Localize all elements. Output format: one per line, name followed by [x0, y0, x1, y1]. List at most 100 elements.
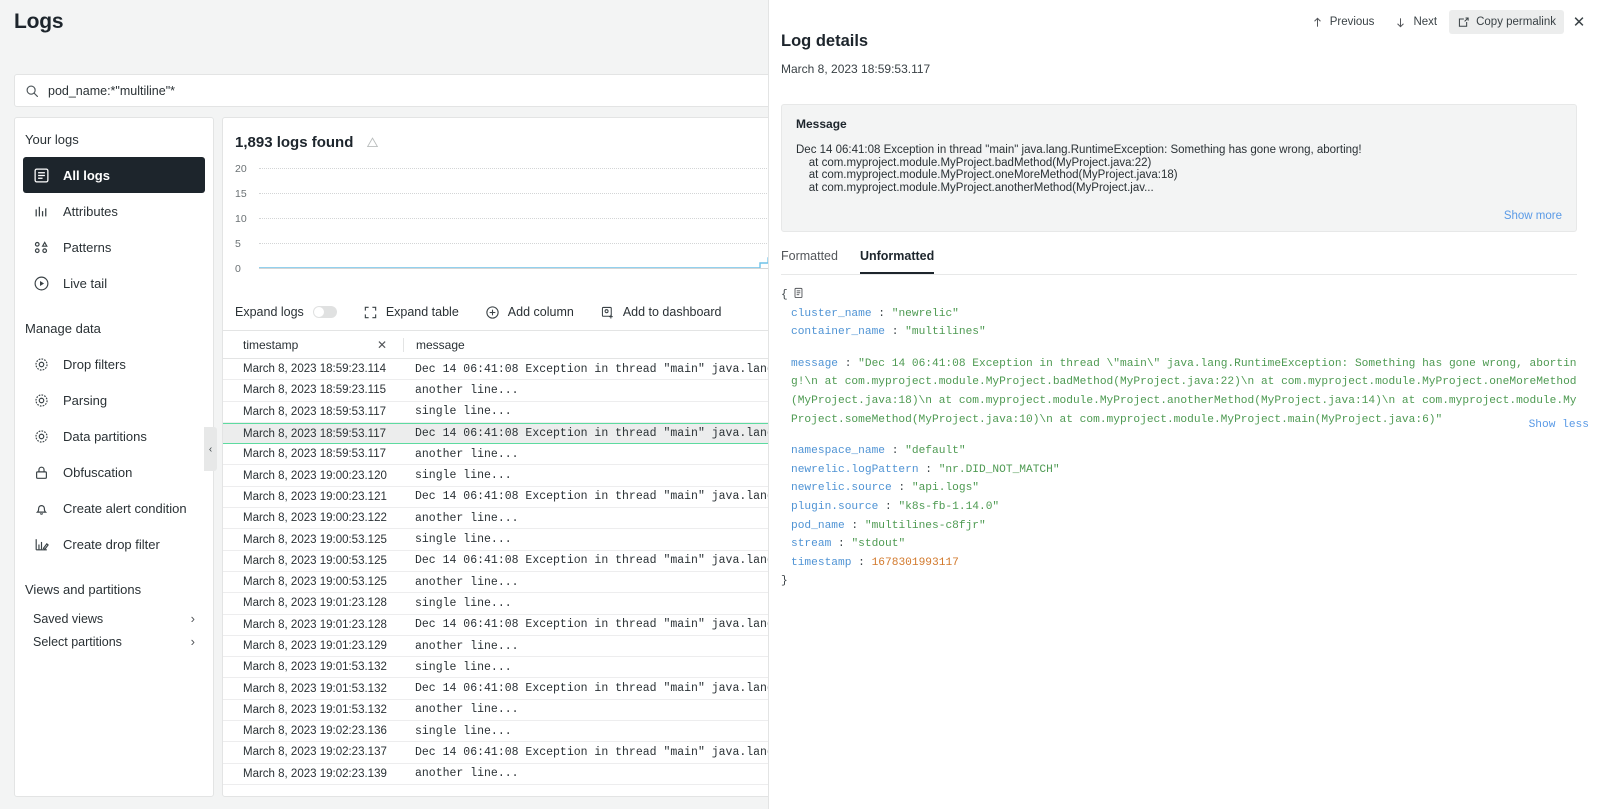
column-header-timestamp[interactable]: timestamp ✕ — [223, 338, 403, 352]
table-row[interactable]: March 8, 2023 19:01:53.132another line..… — [223, 700, 768, 721]
table-row[interactable]: March 8, 2023 18:59:53.117single line... — [223, 402, 768, 423]
sidebar-item-drop-filters[interactable]: Drop filters — [23, 346, 205, 382]
json-value: "multilines" — [905, 326, 986, 338]
search-input[interactable]: pod_name:*"multiline"* — [14, 74, 768, 107]
table-row[interactable]: March 8, 2023 19:01:23.128Dec 14 06:41:0… — [223, 615, 768, 636]
sidebar-item-label: All logs — [63, 168, 110, 183]
log-details-panel: Previous Next Copy permalink ✕ Log detai… — [768, 0, 1600, 809]
gear-icon — [33, 392, 50, 409]
sidebar-item-parsing[interactable]: Parsing — [23, 382, 205, 418]
table-row[interactable]: March 8, 2023 18:59:53.117another line..… — [223, 444, 768, 465]
cell-timestamp: March 8, 2023 19:01:23.128 — [223, 619, 403, 631]
table-row[interactable]: March 8, 2023 19:00:23.121Dec 14 06:41:0… — [223, 487, 768, 508]
sidebar-item-label: Drop filters — [63, 357, 126, 372]
table-row[interactable]: March 8, 2023 19:01:23.129another line..… — [223, 636, 768, 657]
json-value: "stdout" — [851, 538, 905, 550]
tab-unformatted[interactable]: Unformatted — [860, 249, 934, 274]
logs-found-label: 1,893 logs found — [235, 134, 353, 151]
column-label: timestamp — [243, 338, 298, 352]
sidebar-item-data-partitions[interactable]: Data partitions — [23, 418, 205, 454]
add-to-dashboard-label: Add to dashboard — [623, 305, 722, 319]
search-query-value: pod_name:*"multiline"* — [48, 84, 175, 98]
cell-timestamp: March 8, 2023 19:00:53.125 — [223, 555, 403, 567]
y-tick-label: 20 — [235, 163, 247, 175]
table-row[interactable]: March 8, 2023 19:01:23.128single line... — [223, 593, 768, 614]
message-label: Message — [796, 117, 1562, 131]
table-row[interactable]: March 8, 2023 19:00:23.120single line... — [223, 465, 768, 486]
json-field-stream: stream : "stdout" — [781, 535, 1581, 554]
cell-message: Dec 14 06:41:08 Exception in thread "mai… — [403, 554, 768, 567]
cell-timestamp: March 8, 2023 19:01:53.132 — [223, 683, 403, 695]
sidebar-item-live-tail[interactable]: Live tail — [23, 265, 205, 301]
json-key: newrelic.source — [791, 482, 892, 494]
tab-formatted[interactable]: Formatted — [781, 249, 838, 274]
expand-logs-toggle[interactable]: Expand logs — [235, 305, 337, 319]
table-row[interactable]: March 8, 2023 19:00:53.125Dec 14 06:41:0… — [223, 551, 768, 572]
y-tick-label: 10 — [235, 213, 247, 225]
cell-message: single line... — [403, 469, 768, 482]
sidebar-item-label: Obfuscation — [63, 465, 132, 480]
copy-permalink-label: Copy permalink — [1476, 16, 1556, 28]
toggle-switch[interactable] — [313, 306, 337, 318]
sidebar-collapse-handle[interactable]: ‹ — [204, 427, 217, 471]
json-key: cluster_name — [791, 308, 872, 320]
cell-message: another line... — [403, 448, 768, 461]
table-row[interactable]: March 8, 2023 18:59:23.115another line..… — [223, 380, 768, 401]
close-icon[interactable]: ✕ — [377, 338, 387, 352]
sidebar-item-create-drop-filter[interactable]: Create drop filter — [23, 526, 205, 562]
sidebar-item-saved-views[interactable]: Saved views › — [23, 607, 205, 630]
sidebar-item-patterns[interactable]: Patterns — [23, 229, 205, 265]
table-row[interactable]: March 8, 2023 19:02:23.136single line... — [223, 721, 768, 742]
cell-message: Dec 14 06:41:08 Exception in thread "mai… — [403, 490, 768, 503]
copy-icon[interactable] — [793, 287, 804, 299]
cell-message: another line... — [403, 703, 768, 716]
show-more-link[interactable]: Show more — [1504, 210, 1562, 222]
table-row[interactable]: March 8, 2023 19:02:23.137Dec 14 06:41:0… — [223, 742, 768, 763]
json-field-cluster-name: cluster_name : "newrelic" — [781, 305, 1581, 324]
list-icon — [33, 167, 50, 184]
gridline — [259, 268, 768, 269]
sidebar-item-obfuscation[interactable]: Obfuscation — [23, 454, 205, 490]
table-row[interactable]: March 8, 2023 19:00:53.125another line..… — [223, 572, 768, 593]
cell-message: Dec 14 06:41:08 Exception in thread "mai… — [403, 618, 768, 631]
sidebar-heading-your-logs: Your logs — [15, 132, 213, 157]
patterns-icon — [33, 239, 50, 256]
json-open-brace: { — [781, 286, 1581, 305]
logs-sidebar: Your logs All logs Attributes — [14, 117, 214, 797]
table-row[interactable]: March 8, 2023 19:01:53.132Dec 14 06:41:0… — [223, 678, 768, 699]
log-json-viewer: {cluster_name : "newrelic"container_name… — [781, 286, 1581, 591]
json-close-brace: } — [781, 572, 1581, 591]
sidebar-item-all-logs[interactable]: All logs — [23, 157, 205, 193]
close-icon[interactable]: ✕ — [1568, 11, 1590, 33]
table-row[interactable]: March 8, 2023 18:59:23.114Dec 14 06:41:0… — [223, 359, 768, 380]
json-field-container-name: container_name : "multilines" — [781, 323, 1581, 342]
gear-icon — [33, 356, 50, 373]
column-header-message[interactable]: message — [403, 338, 768, 352]
show-less-link[interactable]: Show less — [1529, 416, 1589, 435]
logs-found-count: 1,893 logs found — [235, 134, 379, 151]
cell-message: single line... — [403, 405, 768, 418]
sidebar-item-label: Create drop filter — [63, 537, 160, 552]
cell-timestamp: March 8, 2023 18:59:53.117 — [223, 428, 403, 440]
next-button[interactable]: Next — [1386, 10, 1445, 34]
table-row[interactable]: March 8, 2023 19:02:23.139another line..… — [223, 764, 768, 785]
previous-button[interactable]: Previous — [1303, 10, 1383, 34]
copy-permalink-button[interactable]: Copy permalink — [1449, 10, 1564, 34]
sidebar-item-create-alert-condition[interactable]: Create alert condition — [23, 490, 205, 526]
json-value: "newrelic" — [892, 308, 959, 320]
cell-message: another line... — [403, 512, 768, 525]
chevron-right-icon: › — [191, 611, 195, 626]
expand-table-button[interactable]: Expand table — [363, 305, 459, 320]
sidebar-item-select-partitions[interactable]: Select partitions › — [23, 630, 205, 653]
sidebar-item-attributes[interactable]: Attributes — [23, 193, 205, 229]
json-value: "k8s-fb-1.14.0" — [898, 501, 999, 513]
add-to-dashboard-button[interactable]: Add to dashboard — [600, 305, 722, 320]
table-row[interactable]: March 8, 2023 18:59:53.117Dec 14 06:41:0… — [223, 423, 768, 444]
sidebar-item-label: Patterns — [63, 240, 111, 255]
table-row[interactable]: March 8, 2023 19:01:53.132single line... — [223, 657, 768, 678]
add-column-button[interactable]: Add column — [485, 305, 574, 320]
logs-toolbar: Expand logs Expand table Add column — [235, 295, 722, 329]
cell-timestamp: March 8, 2023 19:00:23.121 — [223, 491, 403, 503]
table-row[interactable]: March 8, 2023 19:00:53.125single line... — [223, 529, 768, 550]
table-row[interactable]: March 8, 2023 19:00:23.122another line..… — [223, 508, 768, 529]
